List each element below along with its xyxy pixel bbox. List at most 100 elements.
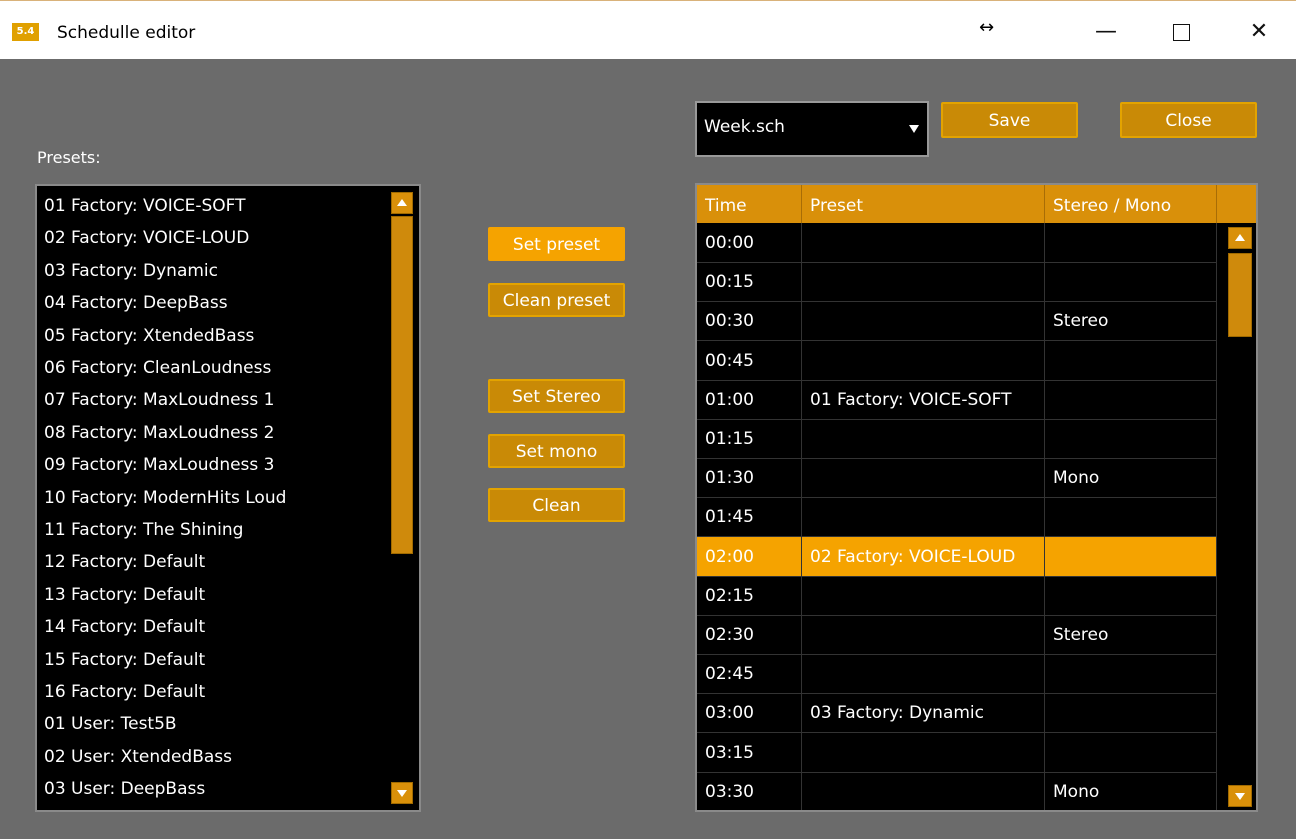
cell-preset[interactable] [802, 615, 1045, 655]
preset-list-item[interactable]: 02 Factory: VOICE-LOUD [44, 222, 249, 254]
schedule-file-select[interactable]: Week.sch [695, 101, 929, 157]
preset-list-item[interactable]: 14 Factory: Default [44, 611, 205, 643]
cell-mode[interactable] [1045, 223, 1217, 263]
schedule-row[interactable]: 00:00 [697, 223, 1217, 263]
cell-preset[interactable] [802, 223, 1045, 263]
cell-preset[interactable] [802, 301, 1045, 342]
schedule-row[interactable]: 00:45 [697, 340, 1217, 381]
save-button[interactable]: Save [941, 102, 1078, 138]
schedule-row[interactable]: 01:00 01 Factory: VOICE-SOFT [697, 379, 1217, 420]
cell-mode[interactable] [1045, 654, 1217, 695]
cell-mode[interactable]: Mono [1045, 771, 1217, 810]
cell-mode[interactable] [1045, 732, 1217, 773]
schedule-row[interactable]: 01:30 Mono [697, 458, 1217, 499]
cell-mode[interactable] [1045, 419, 1217, 459]
cell-preset[interactable] [802, 771, 1045, 810]
cell-time[interactable]: 03:00 [697, 693, 802, 734]
schedule-row[interactable]: 03:00 03 Factory: Dynamic [697, 693, 1217, 734]
presets-scrollbar[interactable] [391, 192, 413, 804]
cell-mode[interactable] [1045, 497, 1217, 538]
cell-preset[interactable]: 02 Factory: VOICE-LOUD [802, 536, 1045, 577]
column-header-time[interactable]: Time [697, 185, 802, 223]
cell-preset[interactable] [802, 262, 1045, 303]
cell-time[interactable]: 00:30 [697, 301, 802, 342]
preset-list-item[interactable]: 05 Factory: XtendedBass [44, 320, 254, 352]
cell-time[interactable]: 02:30 [697, 615, 802, 655]
scroll-down-button[interactable] [1228, 785, 1252, 807]
close-button[interactable]: Close [1120, 102, 1257, 138]
schedule-row[interactable]: 03:30 Mono [697, 771, 1217, 810]
schedule-row[interactable]: 03:15 [697, 732, 1217, 773]
preset-list-item[interactable]: 16 Factory: Default [44, 676, 205, 708]
preset-list-item[interactable]: 02 User: XtendedBass [44, 741, 232, 773]
set-stereo-button[interactable]: Set Stereo [488, 379, 625, 413]
cell-time[interactable]: 02:45 [697, 654, 802, 695]
scroll-down-button[interactable] [391, 782, 413, 804]
cell-time[interactable]: 03:30 [697, 771, 802, 810]
preset-list-item[interactable]: 11 Factory: The Shining [44, 514, 243, 546]
preset-list-item[interactable]: 07 Factory: MaxLoudness 1 [44, 384, 274, 416]
column-header-preset[interactable]: Preset [802, 185, 1045, 223]
cell-preset[interactable] [802, 340, 1045, 381]
column-header-mode[interactable]: Stereo / Mono [1045, 185, 1217, 223]
cell-mode[interactable] [1045, 340, 1217, 381]
preset-list-item[interactable]: 06 Factory: CleanLoudness [44, 352, 271, 384]
clean-button[interactable]: Clean [488, 488, 625, 522]
schedule-grid[interactable]: Time Preset Stereo / Mono 00:00 00:15 00:3… [695, 183, 1258, 812]
cell-time[interactable]: 01:00 [697, 379, 802, 420]
cell-mode[interactable]: Mono [1045, 458, 1217, 499]
cell-mode[interactable] [1045, 575, 1217, 616]
cell-preset[interactable] [802, 575, 1045, 616]
set-preset-button[interactable]: Set preset [488, 227, 625, 261]
cell-time[interactable]: 02:15 [697, 575, 802, 616]
preset-list-item[interactable]: 08 Factory: MaxLoudness 2 [44, 417, 274, 449]
cell-time[interactable]: 00:15 [697, 262, 802, 303]
cell-preset[interactable] [802, 419, 1045, 459]
preset-list-item[interactable]: 01 Factory: VOICE-SOFT [44, 190, 246, 222]
cell-preset[interactable]: 03 Factory: Dynamic [802, 693, 1045, 734]
schedule-row[interactable]: 01:15 [697, 419, 1217, 459]
preset-list-item[interactable]: 12 Factory: Default [44, 546, 205, 578]
cell-time[interactable]: 01:30 [697, 458, 802, 499]
preset-list-item[interactable]: 03 Factory: Dynamic [44, 255, 218, 287]
presets-list[interactable]: 01 Factory: VOICE-SOFT 02 Factory: VOICE-… [35, 184, 421, 812]
preset-list-item[interactable]: 03 User: DeepBass [44, 773, 205, 805]
maximize-button[interactable] [1158, 15, 1204, 49]
cell-time[interactable]: 02:00 [697, 536, 802, 577]
cell-preset[interactable] [802, 654, 1045, 695]
schedule-row[interactable]: 02:15 [697, 575, 1217, 616]
schedule-row[interactable]: 02:00 02 Factory: VOICE-LOUD [697, 536, 1217, 577]
cell-time[interactable]: 01:45 [697, 497, 802, 538]
schedule-scrollbar[interactable] [1228, 227, 1252, 809]
preset-list-item[interactable]: 09 Factory: MaxLoudness 3 [44, 449, 274, 481]
cell-preset[interactable]: 01 Factory: VOICE-SOFT [802, 379, 1045, 420]
clean-preset-button[interactable]: Clean preset [488, 283, 625, 317]
cell-mode[interactable] [1045, 379, 1217, 420]
preset-list-item[interactable]: 15 Factory: Default [44, 644, 205, 676]
preset-list-item[interactable]: 13 Factory: Default [44, 579, 205, 611]
cell-preset[interactable] [802, 732, 1045, 773]
scroll-up-button[interactable] [391, 192, 413, 214]
schedule-row[interactable]: 01:45 [697, 497, 1217, 538]
scroll-up-button[interactable] [1228, 227, 1252, 249]
preset-list-item[interactable]: 01 User: Test5B [44, 708, 177, 740]
minimize-button[interactable]: — [1083, 15, 1129, 49]
cell-mode[interactable]: Stereo [1045, 615, 1217, 655]
schedule-row[interactable]: 00:15 [697, 262, 1217, 303]
preset-list-item[interactable]: 10 Factory: ModernHits Loud [44, 482, 286, 514]
schedule-row[interactable]: 02:30 Stereo [697, 615, 1217, 655]
cell-time[interactable]: 00:00 [697, 223, 802, 263]
cell-preset[interactable] [802, 497, 1045, 538]
cell-time[interactable]: 03:15 [697, 732, 802, 773]
cell-mode[interactable] [1045, 262, 1217, 303]
cell-preset[interactable] [802, 458, 1045, 499]
schedule-row[interactable]: 00:30 Stereo [697, 301, 1217, 342]
set-mono-button[interactable]: Set mono [488, 434, 625, 468]
cell-mode[interactable] [1045, 536, 1217, 577]
cell-time[interactable]: 00:45 [697, 340, 802, 381]
schedule-row[interactable]: 02:45 [697, 654, 1217, 695]
scroll-thumb[interactable] [1228, 253, 1252, 337]
cell-mode[interactable]: Stereo [1045, 301, 1217, 342]
scroll-thumb[interactable] [391, 216, 413, 554]
close-window-button[interactable]: ✕ [1236, 15, 1282, 49]
